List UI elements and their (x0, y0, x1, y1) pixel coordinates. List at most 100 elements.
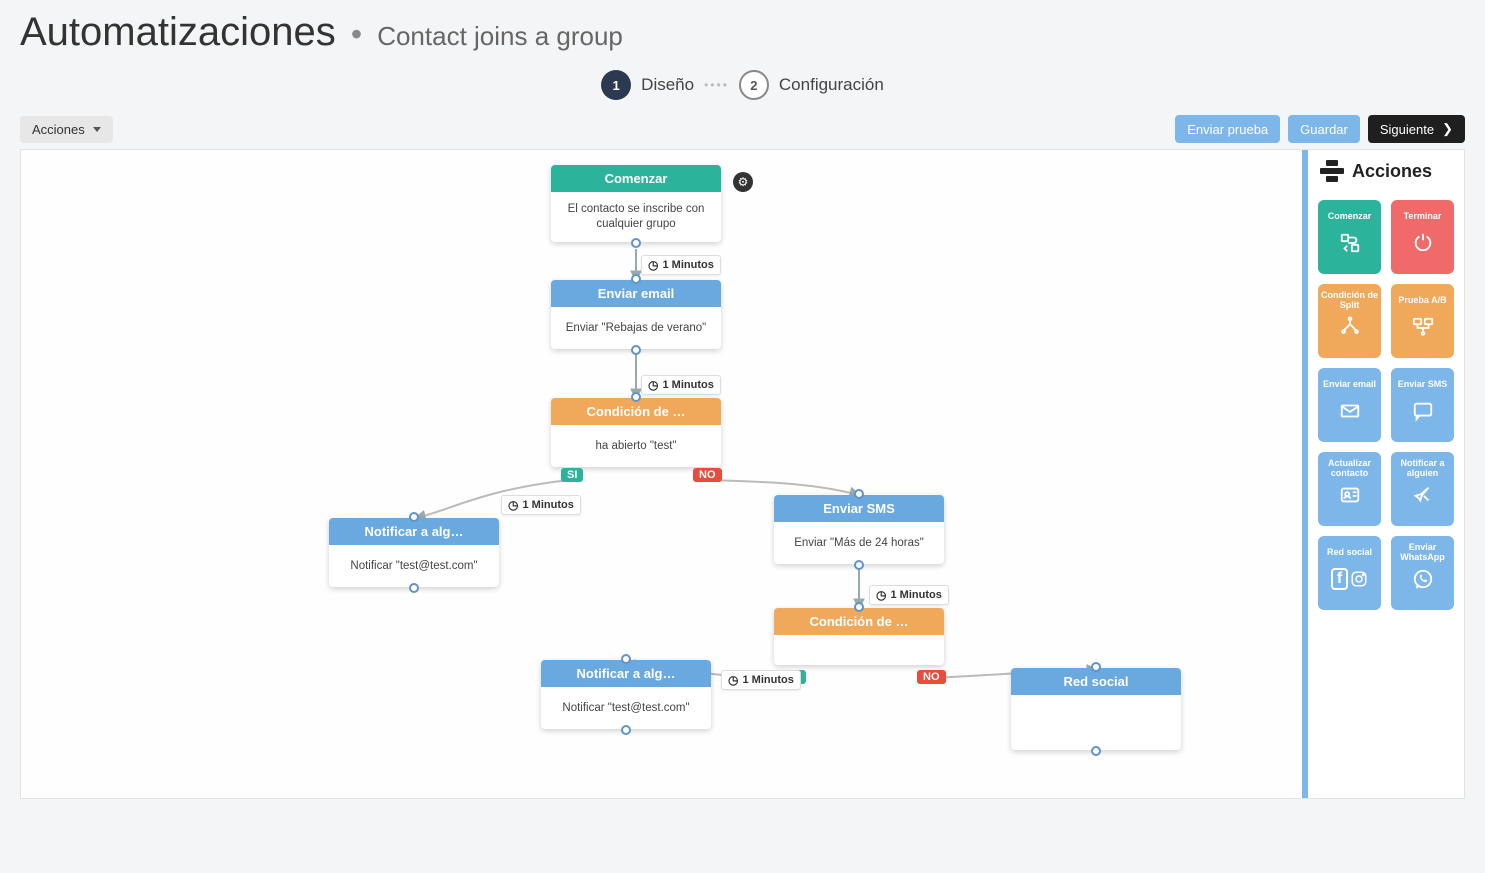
step-2-badge[interactable]: 2 (739, 70, 769, 100)
delay-label: 1 Minutos (742, 674, 793, 686)
port[interactable] (621, 725, 631, 735)
node-notify-2[interactable]: Notificar a alg… Notificar "test@test.co… (541, 660, 711, 729)
tile-label: Notificar a alguien (1393, 458, 1452, 480)
node-sms-title: Enviar SMS (774, 495, 944, 522)
tile-label: Condición de Split (1320, 290, 1379, 312)
port[interactable] (631, 392, 641, 402)
gear-icon[interactable]: ⚙ (733, 172, 753, 192)
port[interactable] (854, 602, 864, 612)
delay-chip[interactable]: 1 Minutos (641, 375, 721, 395)
mail-icon (1339, 400, 1361, 422)
contact-icon (1339, 484, 1361, 506)
delay-label: 1 Minutos (890, 589, 941, 601)
action-tile-ab[interactable]: Prueba A/B (1391, 284, 1454, 358)
condition-yes-tag: SI (561, 468, 583, 482)
delay-label: 1 Minutos (662, 259, 713, 271)
tile-label: Enviar email (1323, 374, 1376, 396)
node-notify2-body: Notificar "test@test.com" (541, 687, 711, 729)
page-subtitle: Contact joins a group (377, 21, 623, 51)
node-social[interactable]: Red social (1011, 668, 1181, 750)
node-notify2-title: Notificar a alg… (541, 660, 711, 687)
node-sms-body: Enviar "Más de 24 horas" (774, 522, 944, 564)
next-button[interactable]: Siguiente ❯ (1368, 115, 1465, 143)
node-start-body: El contacto se inscribe con cualquier gr… (551, 192, 721, 242)
port[interactable] (1091, 746, 1101, 756)
actions-dropdown[interactable]: Acciones (20, 116, 113, 143)
delay-label: 1 Minutos (522, 499, 573, 511)
node-social-body (1011, 695, 1181, 750)
action-tile-mail[interactable]: Enviar email (1318, 368, 1381, 442)
action-tile-sms[interactable]: Enviar SMS (1391, 368, 1454, 442)
next-button-label: Siguiente (1380, 122, 1434, 137)
chevron-right-icon: ❯ (1442, 121, 1453, 137)
whatsapp-icon (1412, 568, 1434, 590)
condition-no-tag: NO (917, 670, 946, 684)
delay-chip[interactable]: 1 Minutos (641, 255, 721, 275)
node-condition-1[interactable]: Condición de … ha abierto "test" (551, 398, 721, 467)
node-send-sms[interactable]: Enviar SMS Enviar "Más de 24 horas" (774, 495, 944, 564)
tile-label: Enviar SMS (1398, 374, 1448, 396)
step-1-label: Diseño (641, 75, 694, 95)
tile-label: Red social (1327, 542, 1372, 564)
port[interactable] (409, 583, 419, 593)
split-icon (1339, 316, 1361, 338)
tile-label: Enviar WhatsApp (1393, 542, 1452, 564)
ab-icon (1412, 316, 1434, 338)
flow-canvas[interactable]: Comenzar El contacto se inscribe con cua… (21, 150, 1302, 798)
action-tile-start[interactable]: Comenzar (1318, 200, 1381, 274)
tile-label: Prueba A/B (1398, 290, 1446, 312)
action-tile-stop[interactable]: Terminar (1391, 200, 1454, 274)
node-cond1-title: Condición de … (551, 398, 721, 425)
actions-sidebar: Acciones Comenzar Terminar Condición de Sp… (1308, 150, 1464, 798)
action-tile-contact[interactable]: Actualizar contacto (1318, 452, 1381, 526)
node-start[interactable]: Comenzar El contacto se inscribe con cua… (551, 165, 721, 242)
notify-icon (1412, 484, 1434, 506)
action-tile-notify[interactable]: Notificar a alguien (1391, 452, 1454, 526)
step-2-label: Configuración (779, 75, 884, 95)
action-tile-social[interactable]: Red social f (1318, 536, 1381, 610)
save-button[interactable]: Guardar (1288, 115, 1360, 143)
node-notify1-body: Notificar "test@test.com" (329, 545, 499, 587)
send-test-button[interactable]: Enviar prueba (1175, 115, 1280, 143)
node-cond1-body: ha abierto "test" (551, 425, 721, 467)
page-title-row: Automatizaciones • Contact joins a group (20, 10, 1465, 55)
condition-no-tag: NO (693, 468, 722, 482)
node-email-title: Enviar email (551, 280, 721, 307)
delay-chip[interactable]: 1 Minutos (869, 585, 949, 605)
start-icon (1339, 232, 1361, 254)
port[interactable] (621, 654, 631, 664)
port[interactable] (854, 560, 864, 570)
action-tile-whatsapp[interactable]: Enviar WhatsApp (1391, 536, 1454, 610)
tile-label: Terminar (1404, 206, 1442, 228)
tile-label: Actualizar contacto (1320, 458, 1379, 480)
delay-chip[interactable]: 1 Minutos (721, 670, 801, 690)
tile-label: Comenzar (1328, 206, 1372, 228)
node-condition-2[interactable]: Condición de … (774, 608, 944, 665)
page-title: Automatizaciones (20, 10, 336, 54)
actions-dropdown-label: Acciones (32, 122, 85, 137)
node-notify1-title: Notificar a alg… (329, 518, 499, 545)
node-start-title: Comenzar (551, 165, 721, 192)
step-1-badge[interactable]: 1 (601, 70, 631, 100)
step-divider: •••• (704, 78, 729, 92)
delay-chip[interactable]: 1 Minutos (501, 495, 581, 515)
title-separator: • (347, 16, 366, 52)
sidebar-title: Acciones (1352, 161, 1432, 182)
port[interactable] (631, 238, 641, 248)
port[interactable] (631, 345, 641, 355)
sms-icon (1412, 400, 1434, 422)
node-notify-1[interactable]: Notificar a alg… Notificar "test@test.co… (329, 518, 499, 587)
node-email-body: Enviar "Rebajas de verano" (551, 307, 721, 349)
node-cond2-title: Condición de … (774, 608, 944, 635)
stop-icon (1412, 232, 1434, 254)
social-icon: f (1331, 568, 1368, 590)
delay-label: 1 Minutos (662, 379, 713, 391)
stepper: 1 Diseño •••• 2 Configuración (20, 70, 1465, 100)
port[interactable] (409, 512, 419, 522)
port[interactable] (631, 274, 641, 284)
port[interactable] (854, 489, 864, 499)
port[interactable] (1091, 662, 1101, 672)
action-tile-split[interactable]: Condición de Split (1318, 284, 1381, 358)
node-send-email[interactable]: Enviar email Enviar "Rebajas de verano" (551, 280, 721, 349)
node-cond2-body (774, 635, 944, 665)
